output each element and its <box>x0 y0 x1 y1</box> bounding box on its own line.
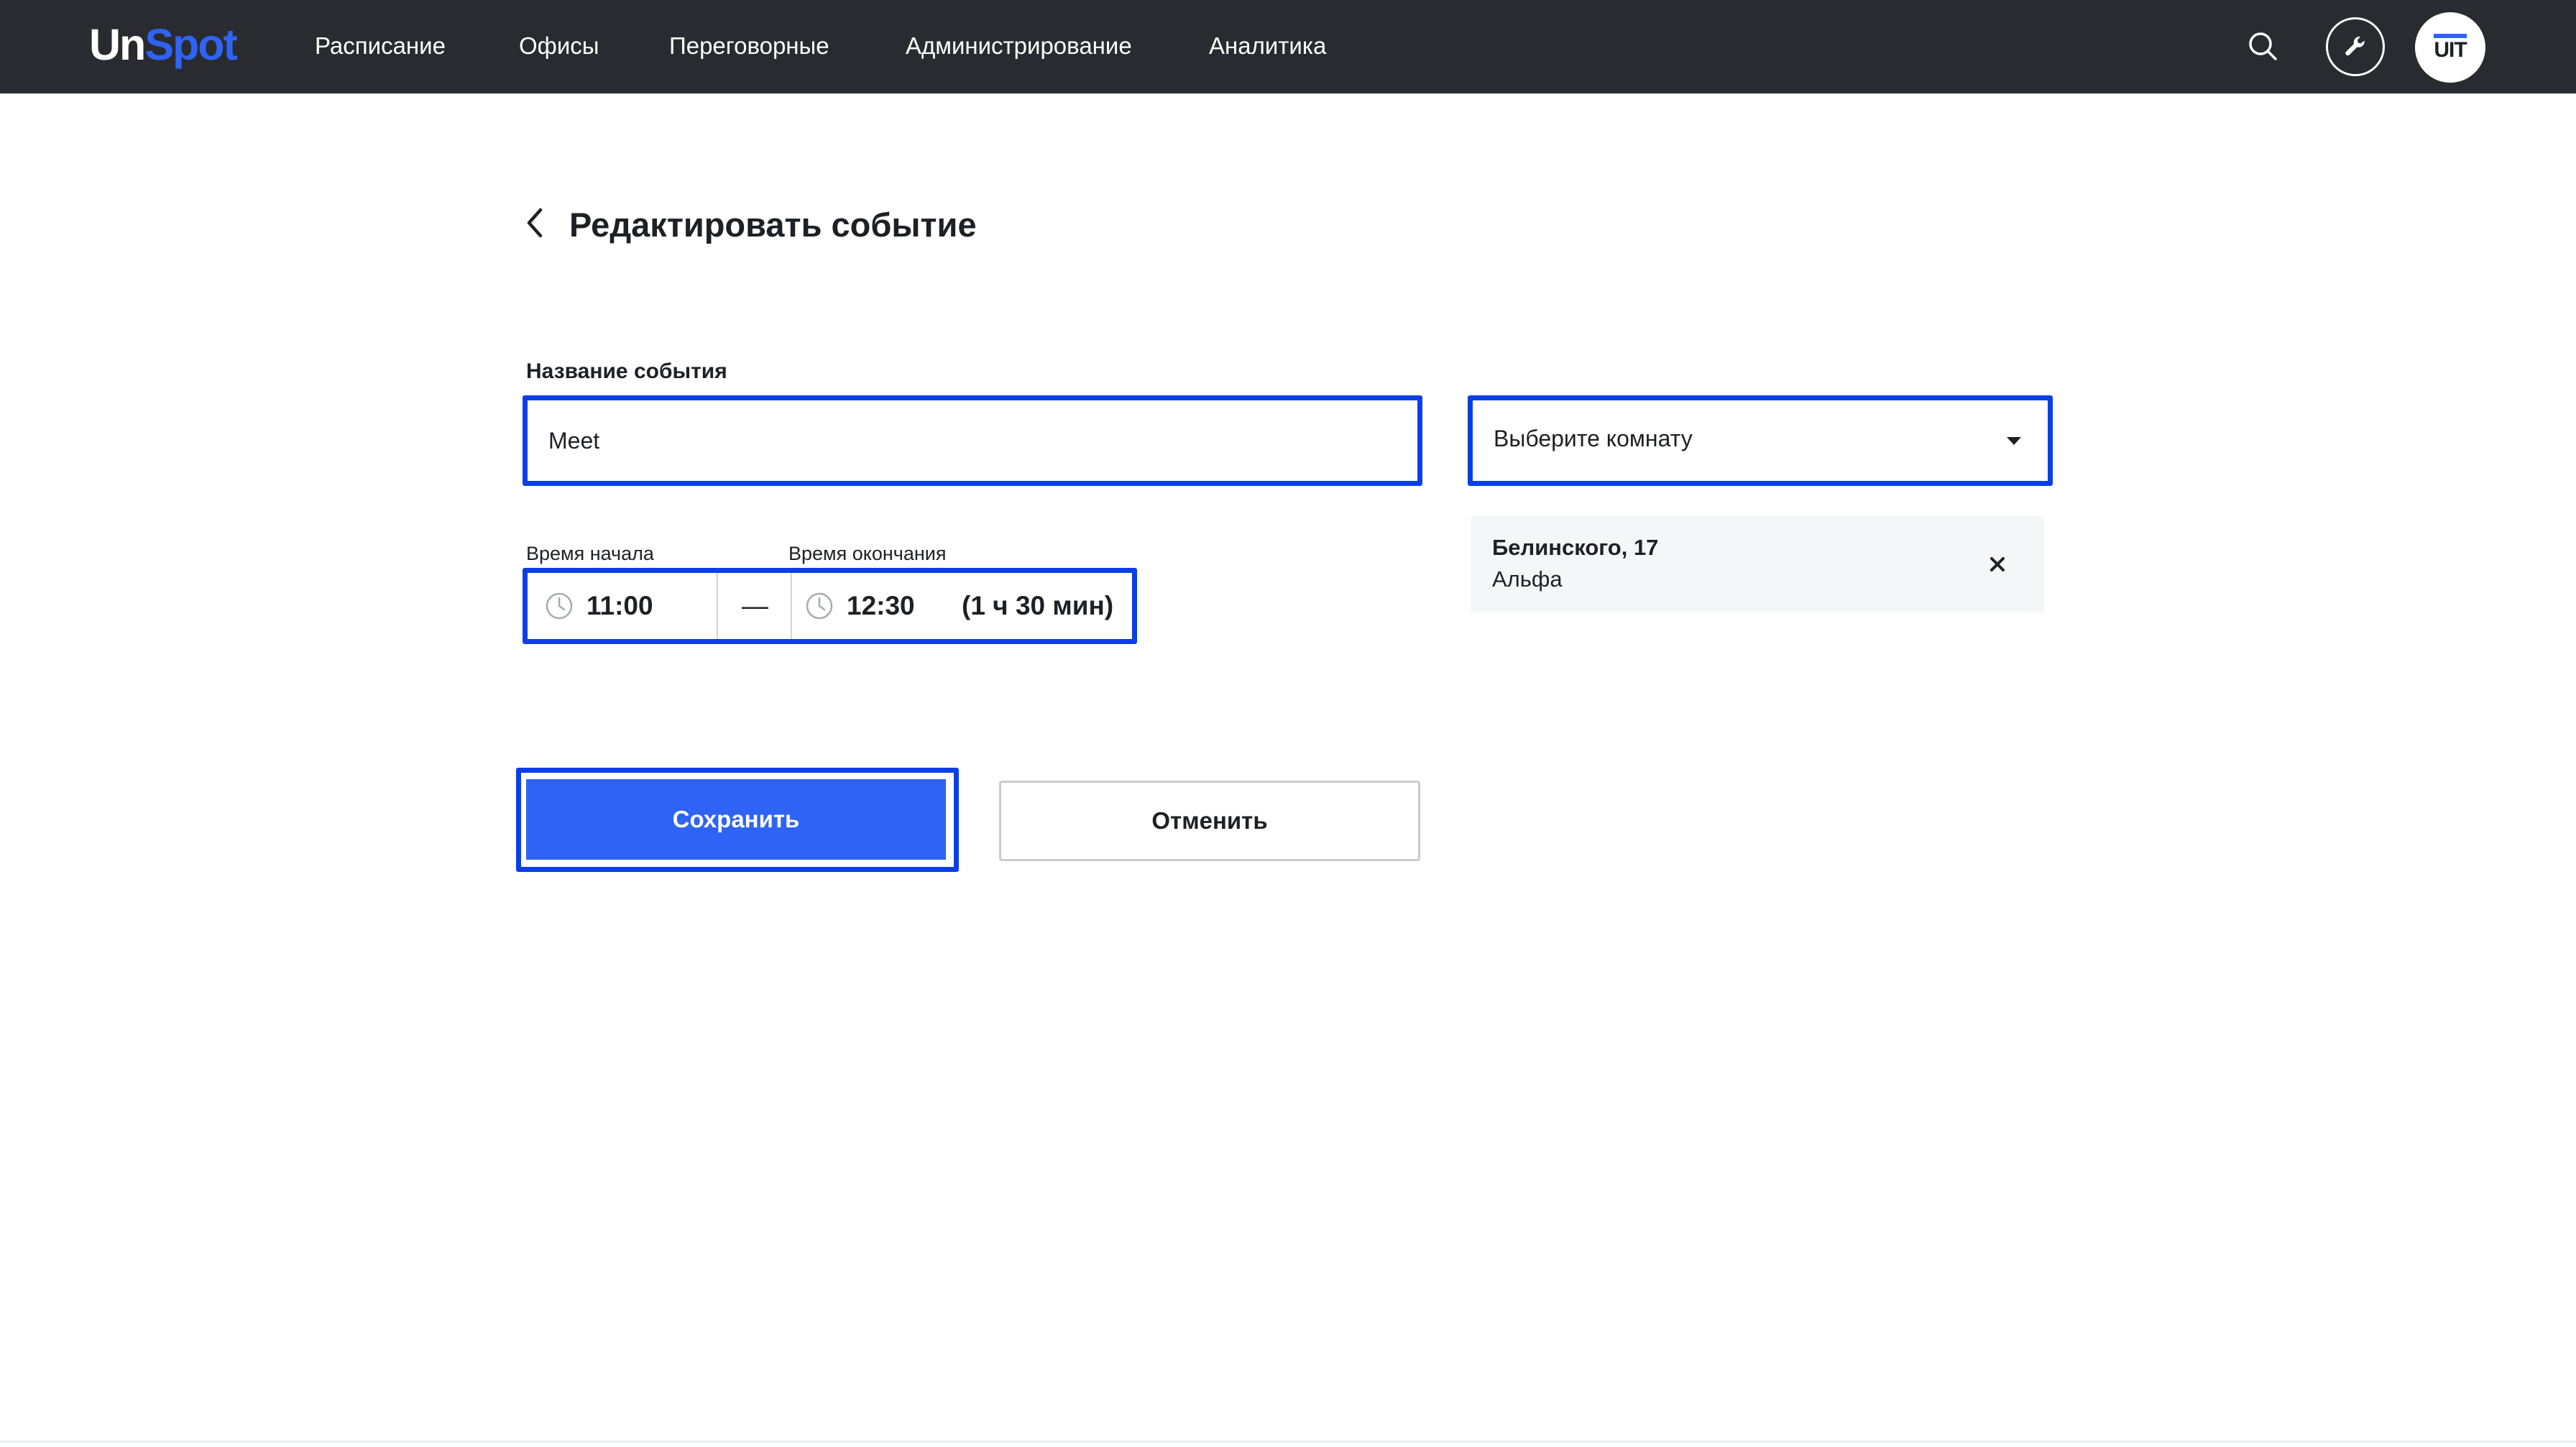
close-icon <box>1990 557 2005 571</box>
caret-down-icon <box>2007 437 2021 445</box>
save-button[interactable]: Сохранить <box>526 779 946 860</box>
settings-button[interactable] <box>2326 17 2385 76</box>
start-time-input[interactable]: 11:00 <box>528 573 717 639</box>
start-time-label: Время начала <box>526 543 654 564</box>
search-icon <box>2249 32 2277 60</box>
user-avatar[interactable]: UIT <box>2415 12 2485 83</box>
wrench-icon <box>2345 36 2365 56</box>
avatar-initials: UIT <box>2434 34 2467 61</box>
nav-item-schedule[interactable]: Расписание <box>315 29 446 63</box>
room-select-highlight: Выберите комнату <box>1468 395 2053 486</box>
cancel-button[interactable]: Отменить <box>999 781 1420 861</box>
location-address: Белинского, 17 <box>1492 535 1659 560</box>
top-navigation-bar: UnSpot Расписание Офисы Переговорные Адм… <box>0 0 2576 93</box>
search-button[interactable] <box>2240 23 2286 69</box>
nav-item-meeting-rooms[interactable]: Переговорные <box>669 29 829 63</box>
nav-item-analytics[interactable]: Аналитика <box>1209 29 1326 63</box>
clock-icon <box>546 592 573 620</box>
logo-part-un: Un <box>89 20 146 69</box>
end-time-input[interactable]: 12:30 (1 ч 30 мин) <box>792 573 1132 639</box>
event-name-input[interactable] <box>530 403 1415 479</box>
remove-location-button[interactable] <box>1984 551 2011 578</box>
unspot-logo[interactable]: UnSpot <box>89 16 238 73</box>
end-time-label: Время окончания <box>788 543 947 564</box>
selected-location-card: Белинского, 17 Альфа <box>1471 516 2044 612</box>
room-select[interactable]: Выберите комнату <box>1475 403 2046 479</box>
duration-text: (1 ч 30 мин) <box>962 591 1114 620</box>
divider <box>717 573 718 639</box>
time-separator: — <box>742 591 768 620</box>
time-range-picker: 11:00 — 12:30 (1 ч 30 мин) <box>528 573 1132 639</box>
nav-item-administration[interactable]: Администрирование <box>906 29 1132 63</box>
page-bottom-divider <box>0 1441 2576 1443</box>
location-room-name: Альфа <box>1492 566 1563 592</box>
chevron-left-icon <box>527 208 543 238</box>
event-name-label: Название события <box>526 359 727 383</box>
logo-part-spot: Spot <box>144 20 238 69</box>
back-button[interactable] <box>520 204 549 242</box>
time-range-highlight: 11:00 — 12:30 (1 ч 30 мин) <box>523 568 1137 644</box>
nav-item-offices[interactable]: Офисы <box>519 29 599 63</box>
event-name-field-highlight <box>523 395 1422 486</box>
start-time-value: 11:00 <box>586 591 653 620</box>
end-time-value: 12:30 <box>847 591 915 620</box>
page-title: Редактировать событие <box>569 206 977 244</box>
clock-icon <box>806 592 833 620</box>
room-select-placeholder: Выберите комнату <box>1494 426 1693 451</box>
